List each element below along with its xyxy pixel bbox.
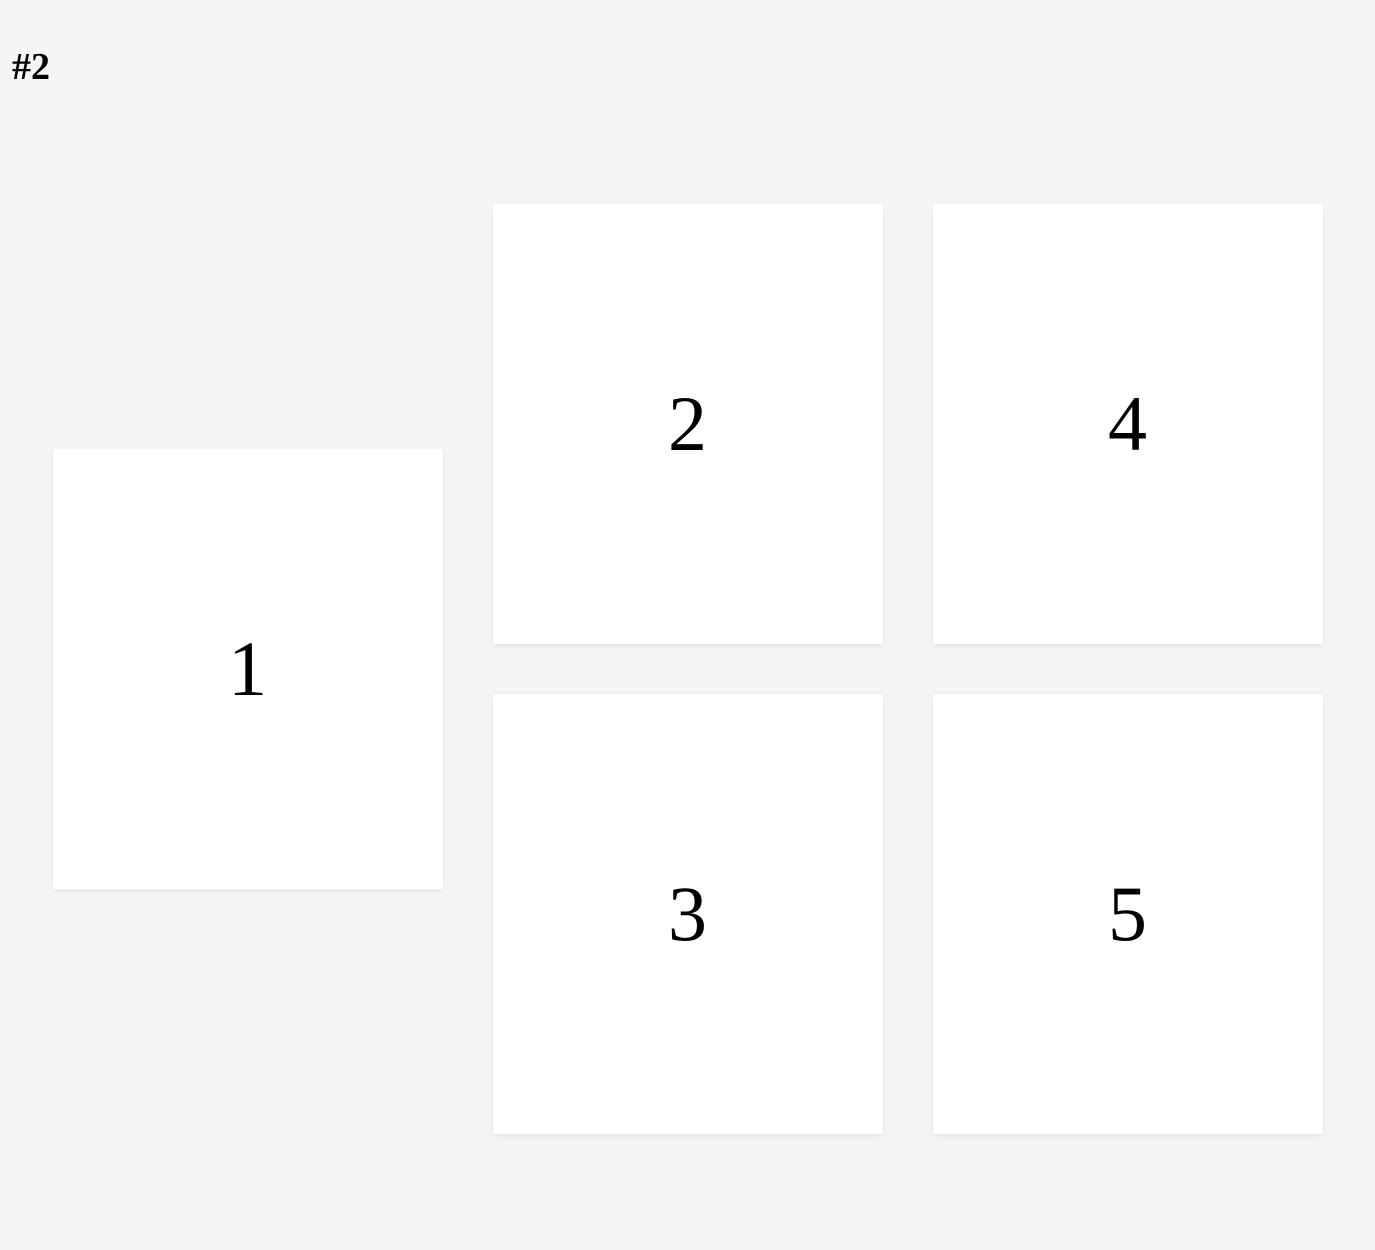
card-4: 4	[933, 204, 1323, 644]
card-2: 2	[493, 204, 883, 644]
card-grid: 1 2 3 4 5	[0, 89, 1375, 1239]
card-1: 1	[53, 449, 443, 889]
card-5: 5	[933, 694, 1323, 1134]
card-3: 3	[493, 694, 883, 1134]
column-3: 4 5	[933, 204, 1323, 1134]
page-title: #2	[0, 0, 1375, 89]
column-2: 2 3	[493, 204, 883, 1134]
column-1: 1	[53, 449, 443, 889]
